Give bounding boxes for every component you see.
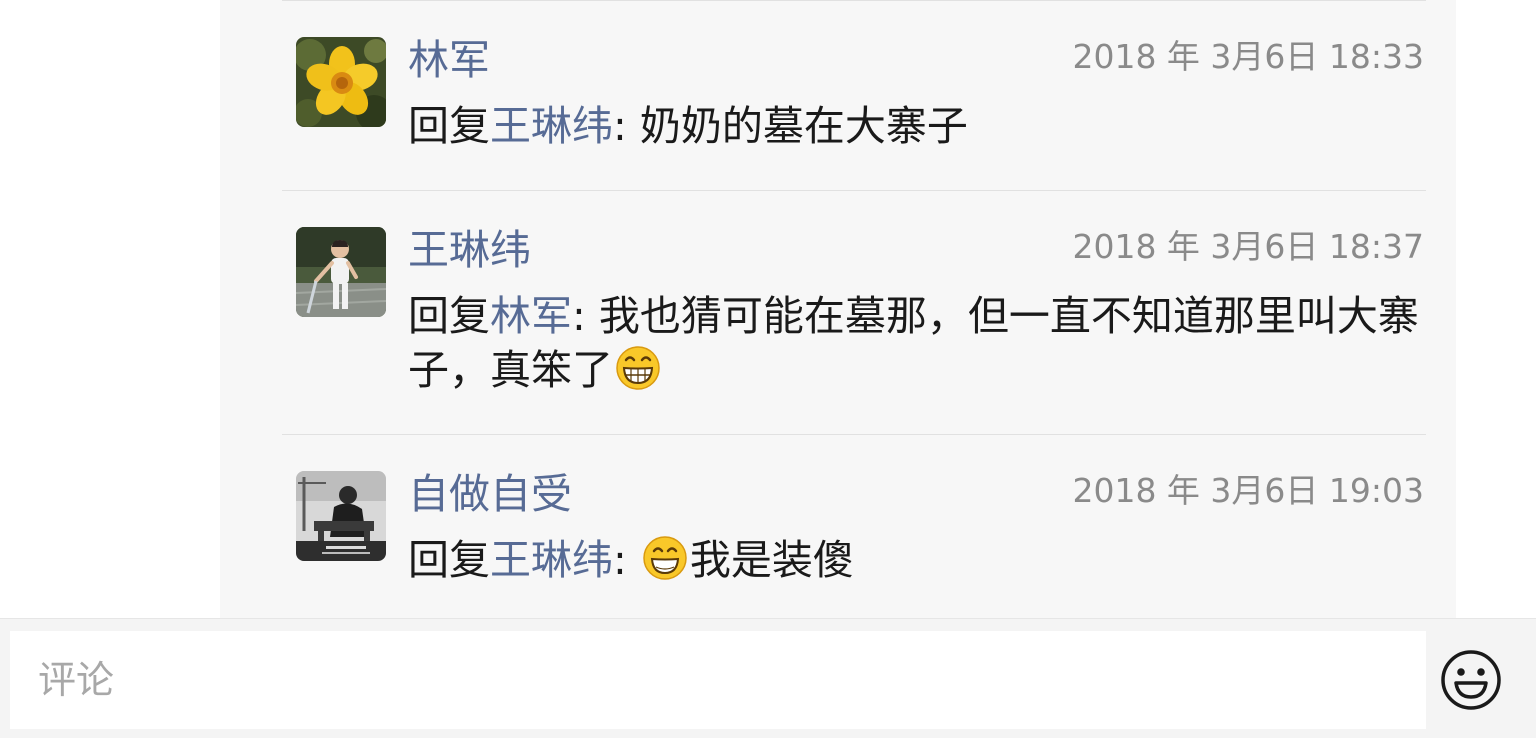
- comment-item[interactable]: 王琳纬 2018 年 3月6日 18:37 回复林军: 我也猜可能在墓那，但一直…: [282, 190, 1426, 434]
- reply-to-name[interactable]: 林军: [490, 292, 572, 340]
- avatar[interactable]: [296, 471, 386, 561]
- smiley-icon: [1441, 650, 1501, 710]
- smiling-face-emoji-icon: [642, 535, 688, 581]
- reply-to-name[interactable]: 王琳纬: [490, 102, 613, 150]
- comment-body: 奶奶的墓在大寨子: [639, 102, 968, 150]
- reply-separator: :: [572, 292, 599, 340]
- reply-prefix: 回复: [408, 292, 490, 340]
- reply-to-name[interactable]: 王琳纬: [490, 536, 613, 584]
- comment-text: 回复王琳纬: 奶奶的墓在大寨子: [408, 99, 1426, 153]
- yellow-flower-icon: [296, 37, 386, 127]
- moments-comments-screen: 林军 2018 年 3月6日 18:33 回复王琳纬: 奶奶的墓在大寨子 王琳纬…: [0, 0, 1536, 738]
- avatar[interactable]: [296, 37, 386, 127]
- comment-text: 回复王琳纬: 我是装傻: [408, 533, 1426, 587]
- comments-panel: 林军 2018 年 3月6日 18:33 回复王琳纬: 奶奶的墓在大寨子 王琳纬…: [220, 0, 1456, 618]
- comment-author[interactable]: 自做自受: [408, 469, 572, 519]
- bw-workshop-photo-icon: [296, 471, 386, 561]
- comment-text: 回复林军: 我也猜可能在墓那，但一直不知道那里叫大寨子，真笨了: [408, 289, 1426, 397]
- comment-timestamp: 2018 年 3月6日 18:37: [1072, 227, 1424, 266]
- comment-input-bar: [0, 618, 1536, 738]
- reply-prefix: 回复: [408, 536, 490, 584]
- reply-separator: :: [613, 102, 640, 150]
- comment-author[interactable]: 王琳纬: [408, 225, 531, 275]
- comment-item[interactable]: 自做自受 2018 年 3月6日 19:03 回复王琳纬: 我是装傻: [282, 434, 1426, 618]
- avatar[interactable]: [296, 227, 386, 317]
- grinning-face-emoji-icon: [615, 345, 661, 391]
- comment-timestamp: 2018 年 3月6日 18:33: [1072, 37, 1424, 76]
- reply-separator: :: [613, 536, 640, 584]
- comment-author[interactable]: 林军: [408, 35, 490, 85]
- comment-body: 我是装傻: [689, 536, 854, 584]
- comment-input[interactable]: [10, 631, 1426, 729]
- comment-item[interactable]: 林军 2018 年 3月6日 18:33 回复王琳纬: 奶奶的墓在大寨子: [282, 0, 1426, 190]
- comment-timestamp: 2018 年 3月6日 19:03: [1072, 471, 1424, 510]
- emoji-button[interactable]: [1438, 647, 1504, 713]
- reply-prefix: 回复: [408, 102, 490, 150]
- child-photo-icon: [296, 227, 386, 317]
